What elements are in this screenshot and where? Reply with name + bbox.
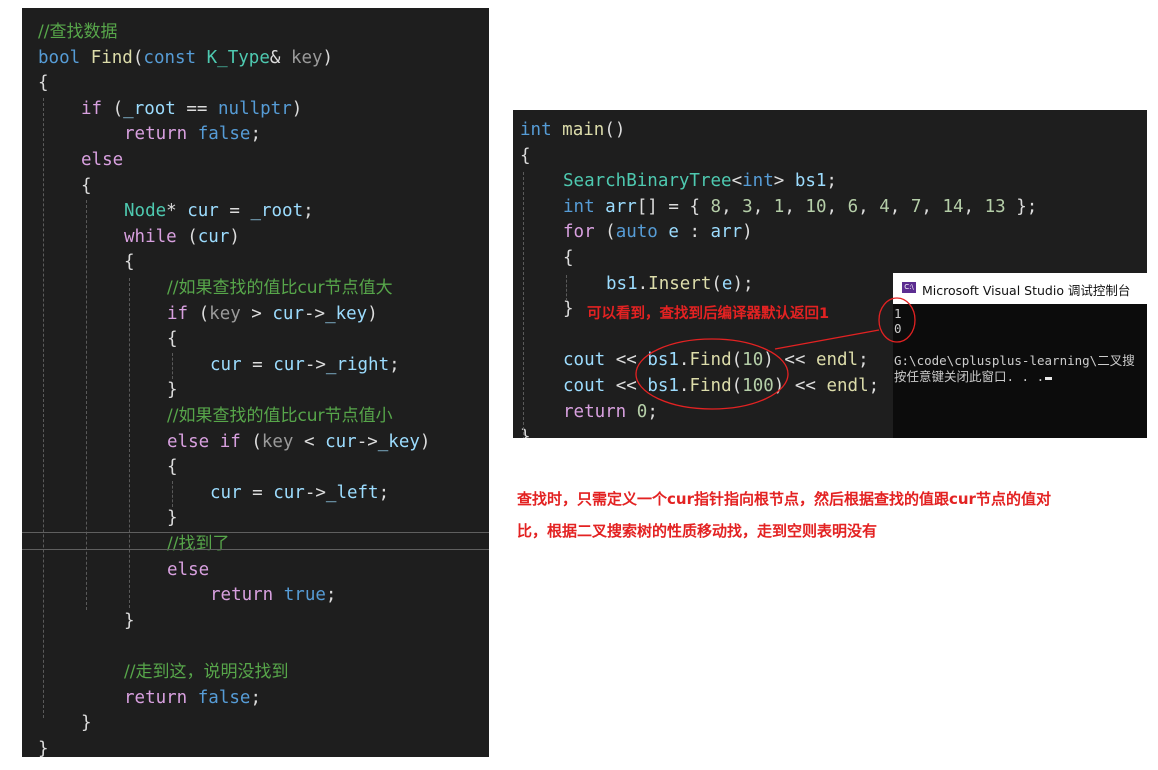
find-calls-highlight-circle [635, 338, 789, 410]
description-line-1: 查找时，只需定义一个cur指针指向根节点，然后根据查找的值跟cur节点的值对 [517, 490, 1051, 508]
annotation-connector-line [774, 329, 880, 350]
description-line-2: 比，根据二叉搜索树的性质移动找，走到空则表明没有 [517, 522, 878, 540]
return-value-note: 可以看到，查找到后编译器默认返回1 [587, 306, 830, 322]
annotation-overlay [635, 297, 916, 410]
console-output-highlight-circle [878, 297, 916, 343]
